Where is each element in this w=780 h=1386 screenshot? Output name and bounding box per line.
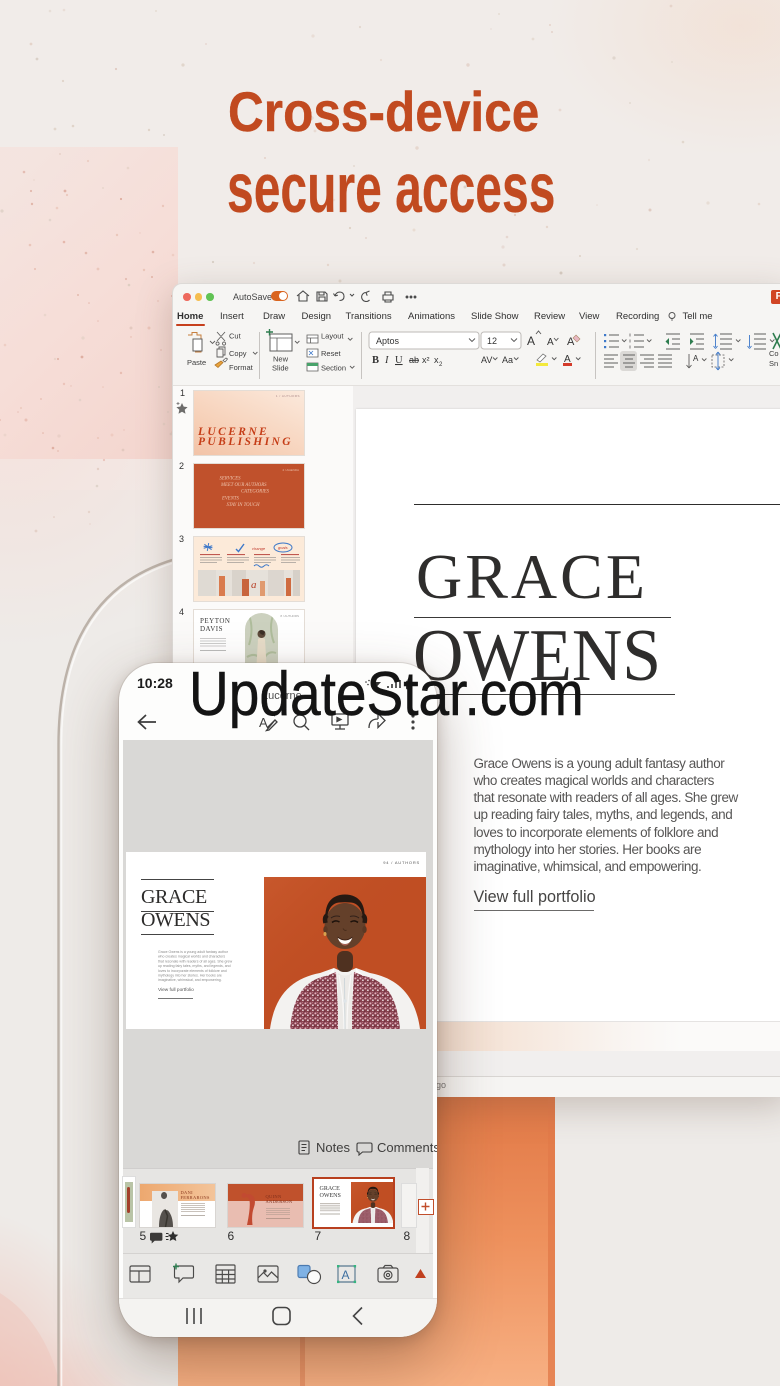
svg-text:New: New bbox=[273, 355, 289, 364]
svg-text:x²: x² bbox=[422, 355, 430, 365]
svg-text:Co: Co bbox=[769, 349, 779, 358]
svg-text:Paste: Paste bbox=[187, 358, 206, 367]
svg-text:a: a bbox=[251, 579, 257, 591]
svg-text:Slide: Slide bbox=[272, 364, 289, 373]
svg-text:goals: goals bbox=[278, 545, 288, 550]
svg-text:Format: Format bbox=[229, 363, 254, 372]
svg-text:A: A bbox=[547, 337, 554, 348]
svg-text:ab: ab bbox=[409, 355, 419, 365]
svg-text:Section: Section bbox=[321, 364, 346, 373]
svg-text:Layout: Layout bbox=[321, 332, 344, 341]
svg-text:I: I bbox=[384, 355, 389, 366]
svg-text:12: 12 bbox=[487, 336, 497, 346]
svg-text:B: B bbox=[372, 355, 379, 366]
svg-text:2: 2 bbox=[439, 362, 443, 368]
svg-text:Aa: Aa bbox=[502, 355, 513, 365]
svg-text:change: change bbox=[252, 546, 266, 551]
svg-text:U: U bbox=[395, 355, 403, 366]
svg-text:Copy: Copy bbox=[229, 349, 247, 358]
svg-text:Reset: Reset bbox=[321, 349, 342, 358]
svg-text:Cut: Cut bbox=[229, 332, 242, 341]
svg-text:A: A bbox=[342, 1268, 350, 1282]
svg-text:AV: AV bbox=[481, 355, 492, 365]
svg-text:A: A bbox=[527, 334, 535, 348]
svg-text:Aptos: Aptos bbox=[376, 336, 400, 346]
svg-text:Sn: Sn bbox=[769, 359, 778, 368]
svg-text:A: A bbox=[693, 354, 699, 363]
